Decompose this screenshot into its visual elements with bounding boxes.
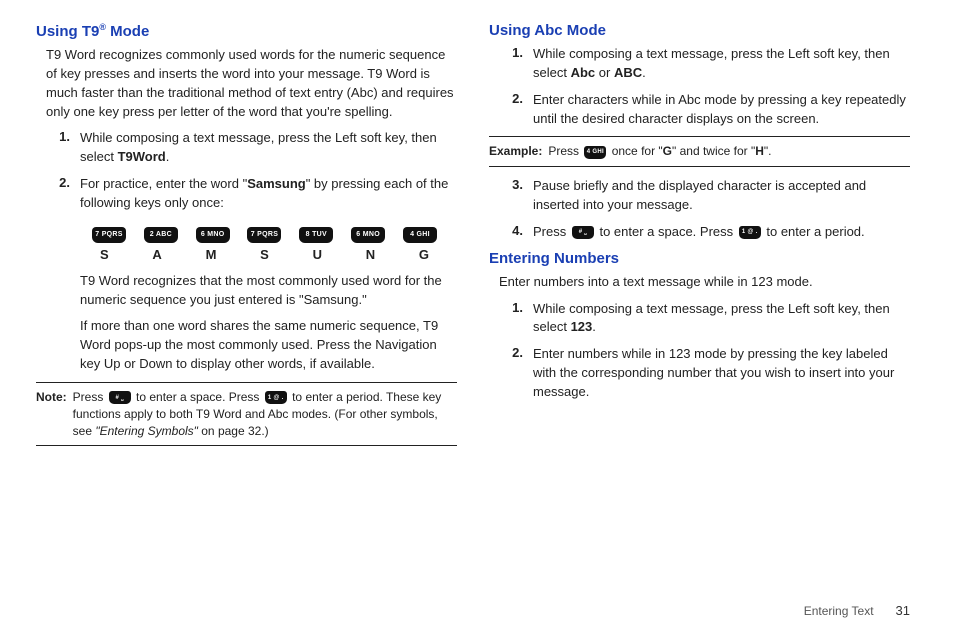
bold-123: 123 <box>571 319 593 334</box>
letters-row: S A M S U N G <box>78 245 451 272</box>
text-part: to enter a space. Press <box>596 224 737 239</box>
text-part: once for " <box>608 144 662 158</box>
text-part: Press <box>533 224 570 239</box>
abc-steps: 1. While composing a text message, press… <box>489 45 910 128</box>
note-body: Press # ⎵ to enter a space. Press 1 @ . … <box>73 389 457 439</box>
manual-page: Using T9® Mode T9 Word recognizes common… <box>0 0 954 636</box>
letter: A <box>152 247 161 262</box>
bold-ABC: ABC <box>614 65 642 80</box>
note-label: Note: <box>36 389 67 439</box>
phone-key-hash-icon: # ⎵ <box>109 391 131 404</box>
text-part: . <box>642 65 646 80</box>
heading-entering-numbers: Entering Numbers <box>489 250 910 267</box>
left-column: Using T9® Mode T9 Word recognizes common… <box>36 22 457 456</box>
abc-step-4: 4. Press # ⎵ to enter a space. Press 1 @… <box>489 223 910 242</box>
phone-key-1-icon: 1 @ . <box>739 226 761 239</box>
step-number: 2. <box>509 345 523 360</box>
t9-step-2: 2. For practice, enter the word "Samsung… <box>36 175 457 213</box>
step-number: 2. <box>56 175 70 190</box>
phone-key-icon: 7 PQRS <box>247 227 281 243</box>
phone-key-icon: 7 PQRS <box>92 227 126 243</box>
text-part: or <box>595 65 614 80</box>
numbers-step-1: 1. While composing a text message, press… <box>489 300 910 338</box>
two-column-layout: Using T9® Mode T9 Word recognizes common… <box>36 22 910 456</box>
step-number: 1. <box>509 300 523 315</box>
text-part: Press <box>73 390 107 404</box>
bold-G: G <box>663 144 672 158</box>
phone-keys-row: 7 PQRS 2 ABC 6 MNO 7 PQRS 8 TUV 6 MNO 4 … <box>78 221 451 245</box>
phone-key-1-icon: 1 @ . <box>265 391 287 404</box>
note-block: Note: Press # ⎵ to enter a space. Press … <box>36 382 457 446</box>
text-part: to enter a period. <box>763 224 865 239</box>
t9-steps: 1. While composing a text message, press… <box>36 129 457 212</box>
abc-step-1: 1. While composing a text message, press… <box>489 45 910 83</box>
letter: S <box>100 247 109 262</box>
bold-t9word: T9Word <box>118 149 166 164</box>
example-label: Example: <box>489 143 542 160</box>
abc-step-3: 3. Pause briefly and the displayed chara… <box>489 177 910 215</box>
bold-samsung: Samsung <box>247 176 306 191</box>
letter: G <box>419 247 429 262</box>
text-part: ". <box>764 144 772 158</box>
step-text: While composing a text message, press th… <box>533 45 910 83</box>
right-column: Using Abc Mode 1. While composing a text… <box>489 22 910 456</box>
t9-intro: T9 Word recognizes commonly used words f… <box>46 46 457 121</box>
step-number: 1. <box>509 45 523 60</box>
bold-abc: Abc <box>571 65 596 80</box>
footer-page-number: 31 <box>896 603 910 618</box>
example-body: Press 4 GHI once for "G" and twice for "… <box>548 143 771 160</box>
step-text: Enter characters while in Abc mode by pr… <box>533 91 910 129</box>
step-text: Press # ⎵ to enter a space. Press 1 @ . … <box>533 223 910 242</box>
numbers-intro: Enter numbers into a text message while … <box>499 273 910 292</box>
text-part: . <box>592 319 596 334</box>
letter: M <box>206 247 217 262</box>
text-part: For practice, enter the word " <box>80 176 247 191</box>
numbers-steps: 1. While composing a text message, press… <box>489 300 910 402</box>
step-number: 4. <box>509 223 523 238</box>
registered-mark: ® <box>99 22 106 32</box>
heading-t9-pre: Using T9 <box>36 23 99 40</box>
heading-abc-mode: Using Abc Mode <box>489 22 910 39</box>
italic-ref: "Entering Symbols" <box>95 424 198 438</box>
step-text: For practice, enter the word "Samsung" b… <box>80 175 457 213</box>
t9-step-1: 1. While composing a text message, press… <box>36 129 457 167</box>
phone-key-icon: 6 MNO <box>196 227 230 243</box>
step-text: Enter numbers while in 123 mode by press… <box>533 345 910 402</box>
t9-subtext-1: T9 Word recognizes that the most commonl… <box>80 272 457 310</box>
text-part: to enter a space. Press <box>133 390 263 404</box>
text-part: " and twice for " <box>672 144 755 158</box>
phone-key-4-icon: 4 GHI <box>584 146 606 159</box>
step-text: While composing a text message, press th… <box>80 129 457 167</box>
bold-H: H <box>755 144 764 158</box>
phone-key-icon: 2 ABC <box>144 227 178 243</box>
numbers-step-2: 2. Enter numbers while in 123 mode by pr… <box>489 345 910 402</box>
heading-t9-post: Mode <box>106 23 149 40</box>
text-part: on page 32.) <box>198 424 269 438</box>
text-part: . <box>166 149 170 164</box>
letter: U <box>313 247 322 262</box>
footer-section: Entering Text <box>804 604 874 618</box>
text-part: Press <box>548 144 582 158</box>
phone-key-hash-icon: # ⎵ <box>572 226 594 239</box>
t9-subtext-2: If more than one word shares the same nu… <box>80 317 457 374</box>
step-number: 2. <box>509 91 523 106</box>
step-number: 3. <box>509 177 523 192</box>
step-text: Pause briefly and the displayed characte… <box>533 177 910 215</box>
phone-key-icon: 4 GHI <box>403 227 437 243</box>
abc-step-2: 2. Enter characters while in Abc mode by… <box>489 91 910 129</box>
phone-key-icon: 8 TUV <box>299 227 333 243</box>
page-footer: Entering Text 31 <box>804 603 910 618</box>
example-block: Example: Press 4 GHI once for "G" and tw… <box>489 136 910 167</box>
heading-t9-mode: Using T9® Mode <box>36 22 457 40</box>
step-number: 1. <box>56 129 70 144</box>
letter: N <box>366 247 375 262</box>
step-text: While composing a text message, press th… <box>533 300 910 338</box>
abc-steps-cont: 3. Pause briefly and the displayed chara… <box>489 177 910 242</box>
letter: S <box>260 247 269 262</box>
phone-key-icon: 6 MNO <box>351 227 385 243</box>
